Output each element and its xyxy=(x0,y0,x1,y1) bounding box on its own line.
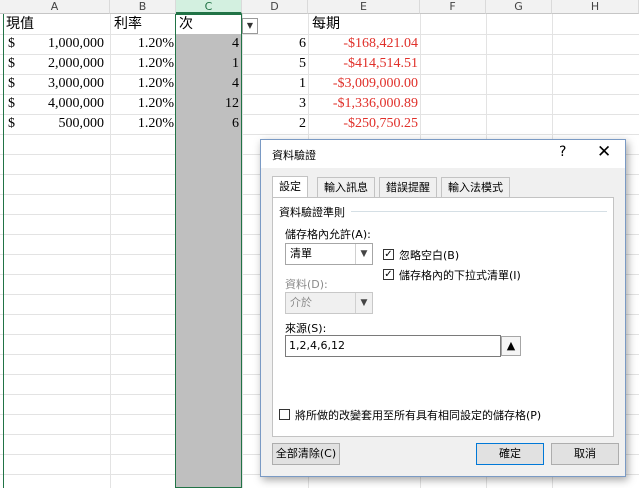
data-select-value: 介於 xyxy=(290,296,312,309)
source-input[interactable]: 1,2,4,6,12 xyxy=(285,335,501,357)
criteria-label: 資料驗證準則 xyxy=(279,206,345,219)
help-icon[interactable]: ? xyxy=(559,144,566,160)
cell-times[interactable]: 1 xyxy=(176,54,239,74)
column-header-d[interactable]: D xyxy=(242,0,308,14)
cell-rate[interactable]: 1.20% xyxy=(110,74,174,94)
cell-d[interactable]: 5 xyxy=(242,54,306,74)
column-a-marker xyxy=(3,14,4,488)
column-header-h[interactable]: H xyxy=(552,0,639,14)
chevron-down-icon: ▼ xyxy=(355,244,372,264)
close-icon[interactable]: ✕ xyxy=(597,142,611,162)
cell-d[interactable]: 6 xyxy=(242,34,306,54)
cell-rate[interactable]: 1.20% xyxy=(110,34,174,54)
data-validation-dialog: 資料驗證 ? ✕ 設定 輸入訊息 錯誤提醒 輸入法模式 資料驗證準則 儲存格內允… xyxy=(260,139,626,477)
data-select: 介於 ▼ xyxy=(285,292,373,314)
ok-button[interactable]: 確定 xyxy=(476,443,544,465)
ignore-blank-checkbox[interactable]: ✓ xyxy=(383,249,394,260)
cell-rate[interactable]: 1.20% xyxy=(110,94,174,114)
header-times[interactable]: 次 xyxy=(179,14,193,34)
cell-present-value[interactable]: 2,000,000 xyxy=(20,54,104,74)
in-cell-dropdown-checkbox[interactable]: ✓ xyxy=(383,269,394,280)
source-input-value: 1,2,4,6,12 xyxy=(289,339,345,352)
collapse-dialog-icon[interactable]: ▲ xyxy=(501,336,521,356)
in-cell-dropdown-label[interactable]: 儲存格內的下拉式清單(I) xyxy=(399,267,521,283)
criteria-separator xyxy=(351,211,607,212)
cell-times[interactable]: 4 xyxy=(176,74,239,94)
tab-ime-mode[interactable]: 輸入法模式 xyxy=(441,177,510,197)
tab-input-message[interactable]: 輸入訊息 xyxy=(317,177,375,197)
cell-per-period[interactable]: -$1,336,000.89 xyxy=(308,94,418,114)
cell-d[interactable]: 1 xyxy=(242,74,306,94)
header-rate[interactable]: 利率 xyxy=(114,14,142,34)
cell-per-period[interactable]: -$250,750.25 xyxy=(308,114,418,134)
chevron-down-icon[interactable]: ▼ xyxy=(242,18,258,34)
settings-panel: 資料驗證準則 儲存格內允許(A): 清單 ▼ ✓ 忽略空白(B) ✓ 儲存格內的… xyxy=(272,197,614,437)
cell-present-value[interactable]: 1,000,000 xyxy=(20,34,104,54)
cell-times[interactable]: 4 xyxy=(176,34,239,54)
dialog-titlebar: 資料驗證 ? ✕ xyxy=(261,140,625,168)
allow-select-value: 清單 xyxy=(290,247,312,260)
cell-present-value[interactable]: 3,000,000 xyxy=(20,74,104,94)
cell-d[interactable]: 3 xyxy=(242,94,306,114)
cell-rate[interactable]: 1.20% xyxy=(110,114,174,134)
header-per-period[interactable]: 每期 xyxy=(312,14,340,34)
column-header-c[interactable]: C xyxy=(176,0,242,14)
apply-all-checkbox[interactable] xyxy=(279,409,290,420)
spreadsheet: A B C D E F G H 現值 利率 次 ▼ 每期 $1,000,000 1… xyxy=(0,0,639,488)
column-header-f[interactable]: F xyxy=(420,0,486,14)
cell-per-period[interactable]: -$168,421.04 xyxy=(308,34,418,54)
chevron-down-icon: ▼ xyxy=(355,293,372,313)
cell-rate[interactable]: 1.20% xyxy=(110,54,174,74)
tab-settings[interactable]: 設定 xyxy=(272,176,308,198)
cell-d[interactable]: 2 xyxy=(242,114,306,134)
cell-present-value[interactable]: 4,000,000 xyxy=(20,94,104,114)
cell-times[interactable]: 12 xyxy=(176,94,239,114)
tab-error-alert[interactable]: 錯誤提醒 xyxy=(379,177,437,197)
grid-row-line xyxy=(0,134,639,135)
allow-label: 儲存格內允許(A): xyxy=(285,228,371,241)
dialog-title: 資料驗證 xyxy=(272,149,316,162)
cell-present-value[interactable]: 500,000 xyxy=(20,114,105,134)
cell-per-period[interactable]: -$414,514.51 xyxy=(308,54,418,74)
column-header-e[interactable]: E xyxy=(308,0,420,14)
cell-per-period[interactable]: -$3,009,000.00 xyxy=(308,74,418,94)
clear-all-button[interactable]: 全部清除(C) xyxy=(272,443,340,465)
ignore-blank-label[interactable]: 忽略空白(B) xyxy=(399,247,459,263)
source-label: 來源(S): xyxy=(285,322,327,335)
column-header-b[interactable]: B xyxy=(110,0,176,14)
data-label: 資料(D): xyxy=(285,278,328,291)
cell-times[interactable]: 6 xyxy=(176,114,239,134)
column-header-a[interactable]: A xyxy=(0,0,110,14)
allow-select[interactable]: 清單 ▼ xyxy=(285,243,373,265)
apply-all-label[interactable]: 將所做的改變套用至所有具有相同設定的儲存格(P) xyxy=(295,407,541,423)
column-header-g[interactable]: G xyxy=(486,0,552,14)
cancel-button[interactable]: 取消 xyxy=(551,443,619,465)
header-present-value[interactable]: 現值 xyxy=(6,14,34,34)
